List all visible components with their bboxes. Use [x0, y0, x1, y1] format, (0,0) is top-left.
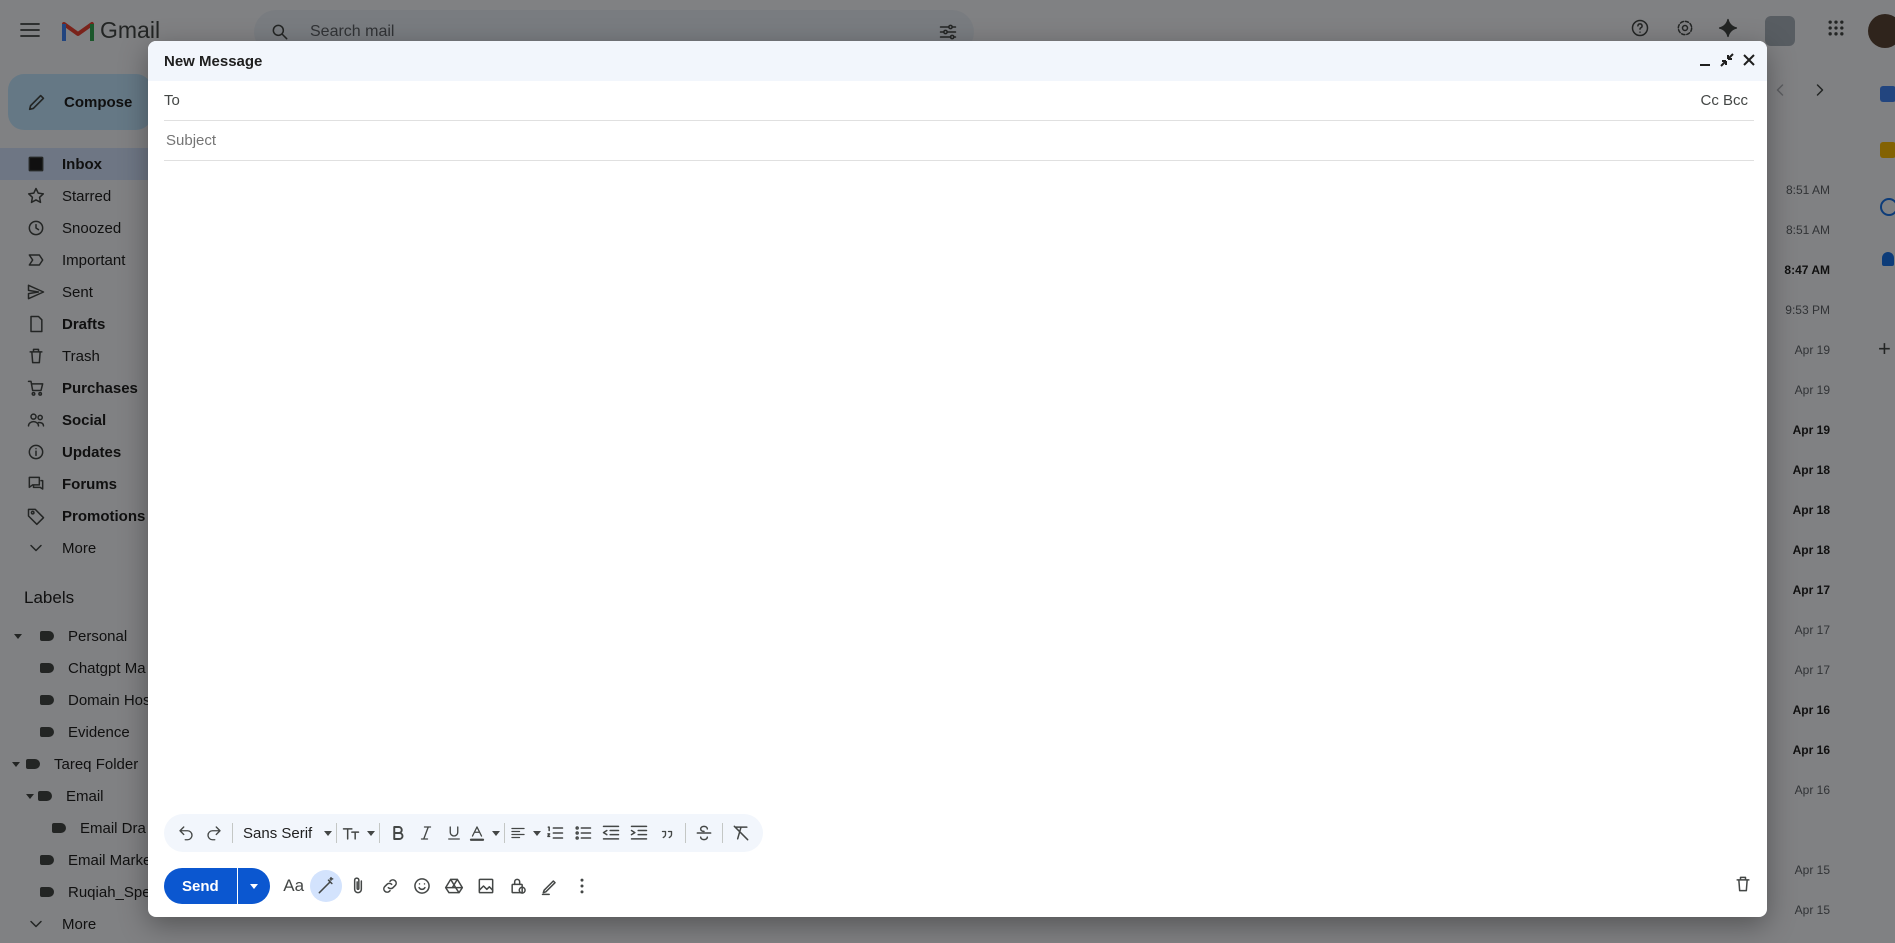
bulleted-list-icon	[575, 826, 592, 840]
to-label: To	[164, 92, 180, 109]
emoji-icon	[413, 878, 430, 894]
bold-icon	[393, 826, 404, 840]
google-drive-icon	[444, 878, 463, 894]
formatting-options-button[interactable]: Aa	[278, 870, 310, 902]
toolbar-divider	[685, 823, 687, 843]
toolbar-divider	[379, 823, 381, 843]
dropdown-arrow-icon	[249, 883, 258, 889]
font-family-dropdown[interactable]: Sans Serif	[237, 818, 333, 848]
trash-icon	[1736, 876, 1750, 892]
compose-window-controls	[1697, 52, 1757, 68]
formatting-toolbar: Sans Serif	[164, 814, 764, 852]
magic-pen-icon	[318, 876, 334, 894]
strikethrough-button[interactable]	[690, 818, 718, 848]
dropdown-arrow-icon	[367, 830, 376, 836]
to-field[interactable]	[187, 91, 1701, 110]
subject-field[interactable]	[164, 131, 1754, 150]
message-body[interactable]	[164, 163, 1754, 823]
text-size-icon	[342, 828, 360, 840]
subject-row	[164, 121, 1754, 161]
signature-pen-icon	[541, 880, 556, 896]
formatting-aa-icon: Aa	[283, 876, 305, 895]
to-row: To Cc Bcc	[164, 81, 1754, 121]
redo-button[interactable]	[200, 818, 228, 848]
insert-photo-button[interactable]	[470, 870, 502, 902]
text-color-icon	[470, 826, 485, 841]
link-icon	[382, 879, 397, 893]
paperclip-icon	[353, 877, 362, 894]
close-icon[interactable]	[1741, 52, 1757, 68]
insert-signature-button[interactable]	[534, 870, 566, 902]
font-family-value: Sans Serif	[243, 824, 313, 842]
indent-more-button[interactable]	[625, 818, 653, 848]
toolbar-divider	[336, 823, 338, 843]
italic-icon	[421, 826, 432, 840]
dropdown-arrow-icon	[324, 830, 333, 836]
insert-emoji-button[interactable]	[406, 870, 438, 902]
align-left-icon	[511, 827, 525, 839]
indent-more-icon	[630, 825, 648, 840]
italic-button[interactable]	[412, 818, 440, 848]
photo-icon	[478, 878, 494, 894]
insert-drive-button[interactable]	[438, 870, 470, 902]
font-size-dropdown[interactable]	[341, 818, 376, 848]
help-me-write-button[interactable]	[309, 870, 342, 902]
strikethrough-icon	[696, 825, 712, 841]
compose-title: New Message	[164, 52, 263, 70]
bulleted-list-button[interactable]	[569, 818, 597, 848]
numbered-list-icon	[547, 826, 564, 839]
dropdown-arrow-icon	[533, 830, 542, 836]
attach-files-button[interactable]	[342, 870, 374, 902]
more-options-button[interactable]	[566, 870, 598, 902]
underline-icon	[448, 826, 461, 840]
discard-draft-button[interactable]	[1733, 874, 1753, 894]
undo-button[interactable]	[172, 818, 200, 848]
bold-button[interactable]	[384, 818, 412, 848]
exit-fullscreen-icon[interactable]	[1719, 52, 1735, 68]
indent-less-button[interactable]	[597, 818, 625, 848]
dropdown-arrow-icon	[492, 830, 501, 836]
undo-icon	[179, 826, 193, 841]
insert-link-button[interactable]	[374, 870, 406, 902]
cc-bcc-link[interactable]: Cc Bcc	[1700, 92, 1748, 109]
quote-button[interactable]	[653, 818, 681, 848]
align-dropdown[interactable]	[509, 818, 542, 848]
toolbar-divider	[232, 823, 233, 843]
underline-button[interactable]	[440, 818, 468, 848]
quote-icon	[662, 830, 673, 839]
compose-bottom-bar: Send Aa	[164, 867, 598, 905]
numbered-list-button[interactable]	[541, 818, 569, 848]
indent-less-icon	[602, 825, 620, 840]
text-color-dropdown[interactable]	[468, 818, 501, 848]
more-vert-icon	[580, 878, 584, 894]
toolbar-divider	[722, 823, 724, 843]
send-button[interactable]: Send	[164, 868, 237, 904]
remove-formatting-button[interactable]	[727, 818, 755, 848]
redo-icon	[207, 826, 221, 841]
compose-dialog: New Message To Cc Bcc Sans Serif	[148, 41, 1767, 917]
toolbar-divider	[504, 823, 506, 843]
send-options-button[interactable]	[237, 868, 270, 904]
compose-header[interactable]: New Message	[148, 41, 1767, 81]
minimize-icon[interactable]	[1697, 52, 1713, 68]
remove-formatting-icon	[733, 825, 749, 841]
lock-clock-icon	[511, 878, 526, 894]
confidential-mode-button[interactable]	[502, 870, 534, 902]
